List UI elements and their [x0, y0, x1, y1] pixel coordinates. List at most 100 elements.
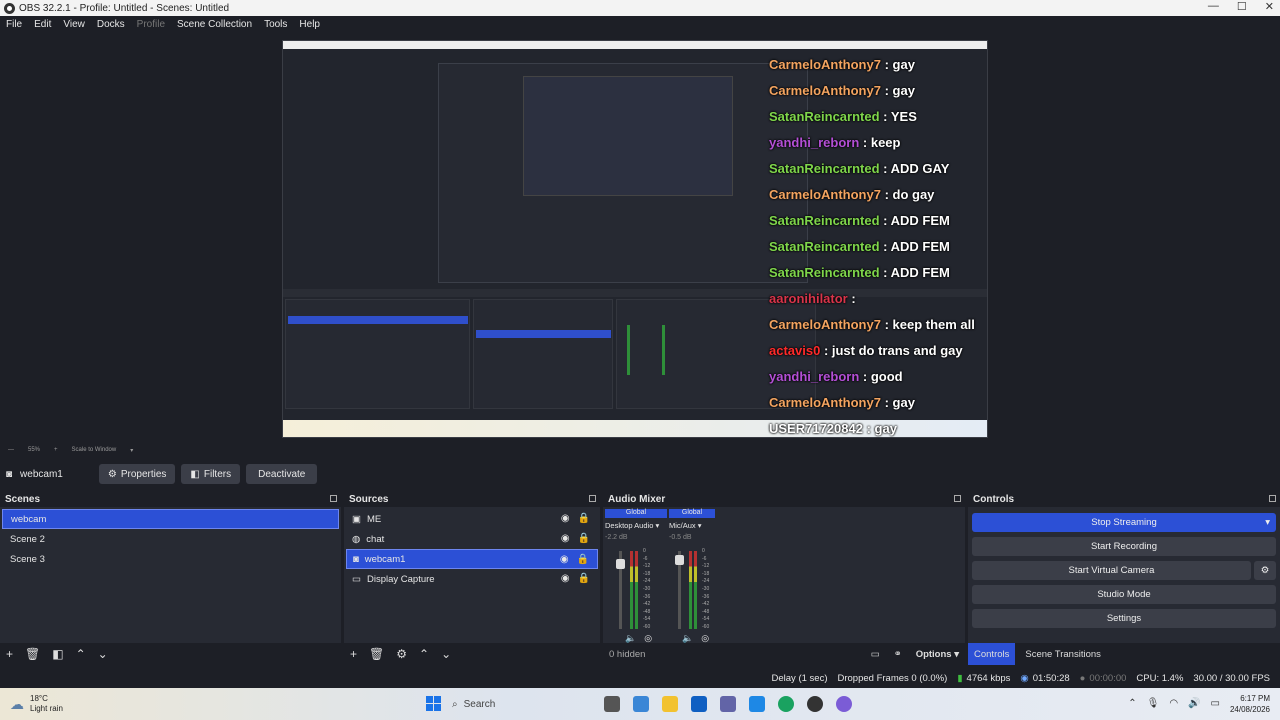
scene-item-webcam[interactable]: webcam: [2, 509, 339, 529]
eye-icon[interactable]: ◉: [560, 554, 569, 565]
chrome-icon[interactable]: [778, 696, 794, 712]
meter-tick: -30: [702, 585, 710, 592]
store-icon[interactable]: [691, 696, 707, 712]
deactivate-button[interactable]: Deactivate: [246, 464, 318, 484]
stop-streaming-button[interactable]: Stop Streaming ▾: [972, 513, 1276, 532]
move-up-icon[interactable]: ⌃: [76, 647, 86, 661]
meter-tick: 0: [702, 548, 705, 554]
battery-icon[interactable]: ▭: [1211, 698, 1220, 709]
obs-logo-icon: [4, 2, 15, 14]
move-down-icon[interactable]: ⌄: [98, 647, 108, 661]
chat-text: : keep: [859, 135, 901, 150]
chevron-up-icon[interactable]: ⌃: [1128, 698, 1136, 709]
tab-scene-transitions[interactable]: Scene Transitions: [1015, 643, 1111, 665]
audio-mixer-dock: Audio Mixer Global Desktop Audio ▾ -2.2 …: [603, 492, 965, 665]
meter-tick: -36: [702, 593, 710, 600]
channel-name[interactable]: Mic/Aux ▾: [669, 521, 715, 530]
move-down-icon[interactable]: ⌄: [441, 647, 451, 661]
chat-text: : ADD GAY: [879, 161, 950, 176]
gear-icon[interactable]: ⚙: [396, 647, 407, 661]
popout-icon[interactable]: [589, 495, 596, 502]
close-button[interactable]: ✕: [1265, 0, 1274, 13]
channel-tag: Global: [605, 509, 667, 518]
microphone-icon[interactable]: 🎙: [1147, 698, 1160, 709]
menu-file[interactable]: File: [6, 19, 22, 30]
obs-taskbar-icon[interactable]: [807, 696, 823, 712]
wifi-icon[interactable]: ◠: [1169, 698, 1178, 709]
settings-button[interactable]: Settings: [972, 609, 1276, 628]
discord-icon[interactable]: [836, 696, 852, 712]
start-recording-button[interactable]: Start Recording: [972, 537, 1276, 556]
volume-icon[interactable]: 🔊: [1188, 698, 1200, 709]
meter-tick: -6: [702, 555, 707, 562]
menu-help[interactable]: Help: [299, 19, 320, 30]
virtual-camera-settings-button[interactable]: ⚙: [1254, 561, 1276, 580]
eye-icon[interactable]: ◉: [561, 513, 570, 524]
webcam-icon: ◙: [6, 468, 13, 480]
add-source-icon[interactable]: +: [350, 647, 357, 661]
source-item-chat[interactable]: ◍ chat ◉ 🔒: [346, 529, 598, 549]
lock-icon[interactable]: 🔒: [578, 513, 590, 524]
source-item-webcam1[interactable]: ◙ webcam1 ◉ 🔒: [346, 549, 598, 569]
menu-profile[interactable]: Profile: [137, 19, 165, 30]
preview-area[interactable]: CarmeloAnthony7 : gay CarmeloAnthony7 : g…: [0, 33, 1280, 443]
move-up-icon[interactable]: ⌃: [419, 647, 429, 661]
add-scene-icon[interactable]: +: [6, 647, 13, 661]
studio-mode-button[interactable]: Studio Mode: [972, 585, 1276, 604]
edge-icon[interactable]: [749, 696, 765, 712]
link-icon[interactable]: ⚭: [894, 649, 902, 660]
minimize-button[interactable]: —: [1208, 0, 1219, 13]
remove-source-icon[interactable]: 🗑: [369, 647, 384, 661]
volume-knob[interactable]: [675, 555, 684, 565]
volume-slider[interactable]: [675, 551, 684, 629]
dropdown-arrow-icon[interactable]: ▾: [1265, 517, 1270, 528]
menu-scene-collection[interactable]: Scene Collection: [177, 19, 252, 30]
current-source-name: webcam1: [20, 468, 63, 480]
options-dropdown[interactable]: Options ▾: [916, 649, 959, 660]
volume-meter-left: [689, 551, 692, 629]
popout-icon[interactable]: [330, 495, 337, 502]
source-item-display-capture[interactable]: ▭ Display Capture ◉ 🔒: [346, 569, 598, 589]
task-view-icon[interactable]: [604, 696, 620, 712]
chat-message: CarmeloAnthony7 : keep them all: [769, 317, 975, 335]
volume-knob[interactable]: [616, 559, 625, 569]
channel-name[interactable]: Desktop Audio ▾: [605, 521, 667, 530]
eye-icon[interactable]: ◉: [561, 533, 570, 544]
teams-icon[interactable]: [720, 696, 736, 712]
windows-start-icon[interactable]: [426, 696, 441, 711]
chat-username: aaronihilator: [769, 291, 848, 306]
popout-icon[interactable]: [1269, 495, 1276, 502]
maximize-button[interactable]: ☐: [1237, 0, 1247, 13]
popout-icon[interactable]: [954, 495, 961, 502]
filters-button[interactable]: ◧ Filters: [181, 464, 241, 484]
scene-item-scene-3[interactable]: Scene 3: [2, 549, 339, 569]
meter-tick: -42: [702, 601, 710, 608]
clock[interactable]: 6:17 PM 24/08/2026: [1230, 693, 1270, 715]
lock-icon[interactable]: 🔒: [578, 533, 590, 544]
layout-icon[interactable]: ▭: [871, 649, 880, 660]
scene-item-scene-2[interactable]: Scene 2: [2, 529, 339, 549]
menu-view[interactable]: View: [63, 19, 85, 30]
chat-message: CarmeloAnthony7 : gay: [769, 83, 915, 101]
properties-button[interactable]: ⚙ Properties: [98, 464, 176, 484]
eye-icon[interactable]: ◉: [561, 573, 570, 584]
lock-icon[interactable]: 🔒: [577, 554, 589, 565]
remove-scene-icon[interactable]: 🗑: [25, 647, 40, 661]
file-explorer-icon[interactable]: [662, 696, 678, 712]
channel-db: -2.2 dB: [605, 534, 628, 541]
menu-edit[interactable]: Edit: [34, 19, 51, 30]
taskbar-search[interactable]: ⌕ Search: [452, 693, 592, 715]
menu-docks[interactable]: Docks: [97, 19, 125, 30]
filter-icon[interactable]: ◧: [52, 647, 63, 661]
start-virtual-camera-button[interactable]: Start Virtual Camera: [972, 561, 1251, 580]
volume-slider[interactable]: [616, 551, 625, 629]
weather-widget[interactable]: ☁ 18°C Light rain: [10, 694, 63, 714]
menu-tools[interactable]: Tools: [264, 19, 287, 30]
lock-icon[interactable]: 🔒: [578, 573, 590, 584]
meter-tick: 0: [643, 548, 646, 554]
delay-status: Delay (1 sec): [771, 672, 828, 684]
copilot-icon[interactable]: [633, 696, 649, 712]
source-item-me[interactable]: ▣ ME ◉ 🔒: [346, 509, 598, 529]
tab-controls[interactable]: Controls: [968, 643, 1016, 665]
monitor-icon: ▭: [352, 573, 361, 585]
